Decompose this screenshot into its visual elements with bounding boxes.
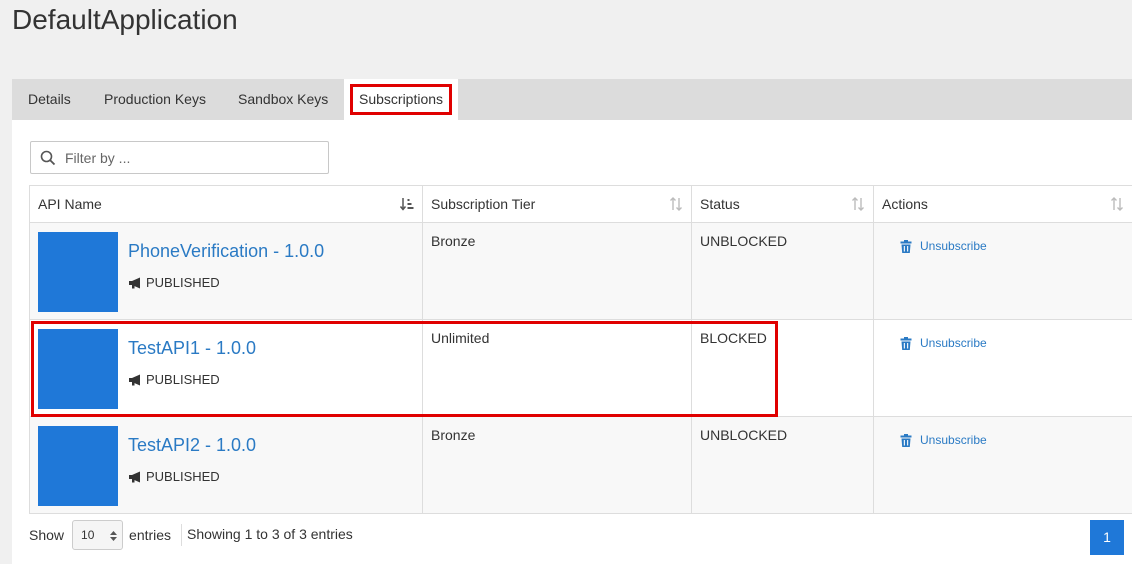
tier-cell: Bronze: [422, 222, 692, 320]
api-state-label: PUBLISHED: [146, 275, 220, 290]
unsubscribe-button[interactable]: Unsubscribe: [900, 433, 1124, 447]
column-header-label: Subscription Tier: [431, 196, 536, 212]
megaphone-icon: [129, 471, 140, 482]
filter-input[interactable]: [65, 142, 323, 173]
status-cell: BLOCKED: [691, 319, 874, 417]
select-arrows-icon: [110, 531, 118, 541]
unsubscribe-label: Unsubscribe: [920, 336, 987, 350]
column-header-label: API Name: [38, 196, 102, 212]
api-cell: TestAPI1 - 1.0.0 PUBLISHED: [29, 319, 423, 417]
filter-box: [30, 141, 329, 174]
actions-cell: Unsubscribe: [873, 319, 1132, 417]
divider: [181, 524, 183, 546]
search-icon: [40, 150, 56, 166]
unsubscribe-label: Unsubscribe: [920, 239, 987, 253]
column-header-status[interactable]: Status: [691, 185, 874, 223]
megaphone-icon: [129, 374, 140, 385]
api-thumbnail[interactable]: [38, 232, 118, 312]
page-button-1[interactable]: 1: [1090, 520, 1124, 555]
page-title: DefaultApplication: [12, 4, 238, 35]
column-header-label: Status: [700, 196, 740, 212]
tab-subscriptions-label: Subscriptions: [350, 84, 453, 115]
tier-cell: Unlimited: [422, 319, 692, 417]
status-cell: UNBLOCKED: [691, 222, 874, 320]
status-cell: UNBLOCKED: [691, 416, 874, 514]
tab-bar: Details Production Keys Sandbox Keys Sub…: [12, 79, 1132, 120]
api-name-link[interactable]: TestAPI2 - 1.0.0: [128, 435, 256, 456]
table-row: TestAPI1 - 1.0.0 PUBLISHED Unlimited BLO…: [29, 319, 1132, 417]
sort-icon: [670, 197, 682, 211]
api-thumbnail[interactable]: [38, 426, 118, 506]
sort-icon: [1111, 197, 1123, 211]
api-state: PUBLISHED: [128, 469, 220, 484]
tab-subscriptions[interactable]: Subscriptions: [344, 79, 459, 120]
table-row: TestAPI2 - 1.0.0 PUBLISHED Bronze UNBLOC…: [29, 416, 1132, 514]
api-name-link[interactable]: PhoneVerification - 1.0.0: [128, 241, 324, 262]
table-header-row: API Name Subscription Tier Status Action…: [29, 185, 1132, 223]
api-cell: TestAPI2 - 1.0.0 PUBLISHED: [29, 416, 423, 514]
api-name-link[interactable]: TestAPI1 - 1.0.0: [128, 338, 256, 359]
tab-sandbox-keys[interactable]: Sandbox Keys: [238, 79, 328, 120]
trash-icon: [900, 239, 912, 253]
actions-cell: Unsubscribe: [873, 416, 1132, 514]
entries-label: entries: [129, 527, 172, 543]
page-size-control: Show 10 entries: [29, 519, 183, 551]
api-state: PUBLISHED: [128, 372, 220, 387]
column-header-actions[interactable]: Actions: [873, 185, 1132, 223]
show-label: Show: [29, 527, 65, 543]
api-cell: PhoneVerification - 1.0.0 PUBLISHED: [29, 222, 423, 320]
tab-production-keys[interactable]: Production Keys: [104, 79, 206, 120]
column-header-subscription-tier[interactable]: Subscription Tier: [422, 185, 692, 223]
api-state: PUBLISHED: [128, 275, 220, 290]
column-header-api-name[interactable]: API Name: [29, 185, 423, 223]
pagination-info: Showing 1 to 3 of 3 entries: [187, 526, 353, 542]
unsubscribe-button[interactable]: Unsubscribe: [900, 239, 1124, 253]
api-state-label: PUBLISHED: [146, 372, 220, 387]
column-header-label: Actions: [882, 196, 928, 212]
api-thumbnail[interactable]: [38, 329, 118, 409]
page-size-select[interactable]: 10: [72, 520, 124, 550]
unsubscribe-button[interactable]: Unsubscribe: [900, 336, 1124, 350]
tab-details[interactable]: Details: [28, 79, 71, 120]
table-row: PhoneVerification - 1.0.0 PUBLISHED Bron…: [29, 222, 1132, 320]
api-state-label: PUBLISHED: [146, 469, 220, 484]
trash-icon: [900, 336, 912, 350]
trash-icon: [900, 433, 912, 447]
page-size-value: 10: [81, 528, 95, 542]
actions-cell: Unsubscribe: [873, 222, 1132, 320]
tier-cell: Bronze: [422, 416, 692, 514]
sort-ascending-icon: [400, 198, 414, 211]
sort-icon: [852, 197, 864, 211]
subscriptions-table: API Name Subscription Tier Status Action…: [29, 185, 1132, 514]
unsubscribe-label: Unsubscribe: [920, 433, 987, 447]
megaphone-icon: [129, 277, 140, 288]
